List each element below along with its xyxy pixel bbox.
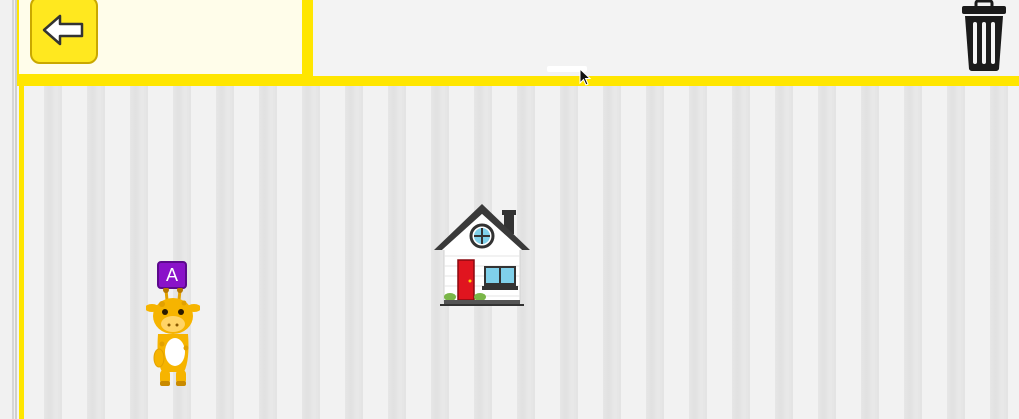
stage-canvas[interactable]: A: [19, 86, 1019, 419]
giraffe-icon[interactable]: [146, 288, 200, 388]
left-edge-strip: [0, 0, 17, 419]
mouse-cursor-icon: [579, 68, 592, 86]
arrow-left-icon: [42, 14, 84, 46]
house-icon[interactable]: [432, 200, 532, 308]
toolbar-bottom-border: [17, 76, 1019, 86]
panel-divider: [303, 0, 313, 78]
top-toolbar: [17, 0, 1019, 86]
sprite-label-badge: A: [157, 261, 187, 289]
trash-icon[interactable]: [958, 0, 1010, 72]
back-button[interactable]: [30, 0, 98, 64]
script-area[interactable]: [313, 0, 1019, 76]
